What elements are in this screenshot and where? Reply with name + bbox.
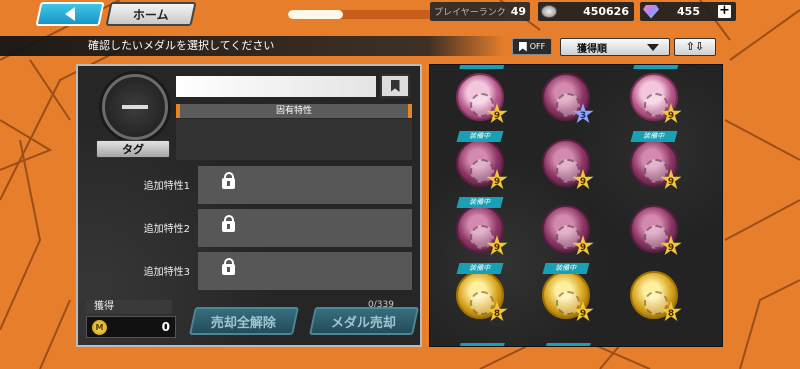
equipped-badge: 装備中 (542, 263, 590, 274)
home-button[interactable]: ホーム (105, 2, 197, 26)
release-all-sell-button[interactable]: 売却全解除 (189, 307, 299, 335)
medal-coin-icon: M (92, 319, 107, 335)
chevron-down-icon (647, 44, 659, 51)
extra-trait-row: 追加特性2 (78, 209, 422, 247)
bookmark-filter-label: OFF (529, 42, 546, 51)
medal-item[interactable]: 8 (630, 265, 686, 325)
bookmark-icon (390, 80, 400, 92)
extra-trait-slot (198, 166, 412, 204)
player-rank: プレイヤーランク 49 (430, 2, 530, 21)
equipped-tab-edge (459, 343, 505, 346)
coin-value: 450626 (583, 5, 629, 18)
back-button[interactable] (35, 2, 105, 26)
gem-counter: 455 + (640, 2, 736, 21)
home-label: ホーム (133, 7, 169, 22)
sell-medal-button[interactable]: メダル売却 (309, 307, 419, 335)
bookmark-filter-toggle[interactable]: OFF (512, 38, 552, 55)
sell-medal-label: メダル売却 (331, 315, 397, 331)
equipped-badge: 装備中 (456, 197, 504, 208)
sort-dropdown[interactable]: 獲得順 (560, 38, 670, 56)
tag-button[interactable]: タグ (96, 140, 170, 158)
bookmark-icon (518, 41, 527, 52)
equipped-badge: 装備中 (456, 131, 504, 142)
extra-trait-slot (198, 209, 412, 247)
gem-value: 455 (677, 5, 700, 18)
add-gems-button[interactable]: + (718, 4, 731, 18)
coin-counter: 450626 (538, 2, 634, 21)
medal-item[interactable]: 装備中 9 (630, 131, 686, 193)
medal-grid: 9 3 9 装備中 9 9 装備中 9 装備中 9 9 9 装備中 8 装備中 9 8 (429, 64, 723, 347)
selected-medal-placeholder (102, 74, 168, 140)
medal-item[interactable]: 装備中 8 (456, 263, 512, 325)
equipped-tab-edge (545, 343, 591, 346)
medal-item[interactable]: 9 (630, 199, 686, 259)
empty-dash-icon (122, 105, 148, 109)
medal-item[interactable]: 9 (542, 133, 598, 193)
unique-trait-body (176, 119, 412, 160)
exp-progress-fill (288, 10, 343, 19)
back-arrow-icon (65, 7, 75, 21)
extra-trait-slot (198, 252, 412, 290)
unique-trait-header: 固有特性 (176, 104, 412, 118)
equipped-tab-edge (545, 64, 591, 65)
medal-name-field (176, 76, 376, 97)
medal-detail-panel: タグ 固有特性 追加特性1 追加特性2 追加特性3 獲得 M 0 0/339 売… (76, 64, 422, 347)
gain-value-box: M 0 (86, 316, 176, 338)
gain-label: 獲得 (86, 300, 172, 314)
gem-icon (643, 4, 659, 19)
equipped-tab-edge (633, 65, 679, 69)
sort-label: 獲得順 (577, 43, 607, 55)
extra-trait-label: 追加特性1 (143, 181, 190, 192)
instruction-text: 確認したいメダルを選択してください (0, 36, 505, 56)
lock-icon (222, 258, 235, 275)
medal-item[interactable]: 9 (456, 67, 512, 127)
rank-value: 49 (510, 5, 526, 18)
extra-trait-label: 追加特性3 (143, 267, 190, 278)
bookmark-toggle-button[interactable] (380, 74, 410, 98)
coin-icon (541, 5, 557, 18)
medal-item[interactable]: 装備中 9 (542, 263, 598, 325)
lock-icon (222, 215, 235, 232)
gain-value: 0 (161, 320, 170, 334)
sort-order-button[interactable]: ⇧⇩ (674, 38, 716, 56)
rank-label: プレイヤーランク (434, 8, 506, 18)
release-all-sell-label: 売却全解除 (211, 315, 277, 331)
equipped-tab-edge (459, 65, 505, 69)
medal-item[interactable]: 装備中 9 (456, 197, 512, 259)
extra-trait-row: 追加特性1 (78, 166, 422, 204)
medal-item[interactable]: 9 (630, 67, 686, 127)
equipped-badge: 装備中 (630, 131, 678, 142)
extra-trait-label: 追加特性2 (143, 224, 190, 235)
medal-item[interactable]: 装備中 9 (456, 131, 512, 193)
equipped-badge: 装備中 (456, 263, 504, 274)
extra-trait-row: 追加特性3 (78, 252, 422, 290)
lock-icon (222, 172, 235, 189)
medal-item[interactable]: 9 (542, 199, 598, 259)
medal-item[interactable]: 3 (542, 67, 598, 127)
